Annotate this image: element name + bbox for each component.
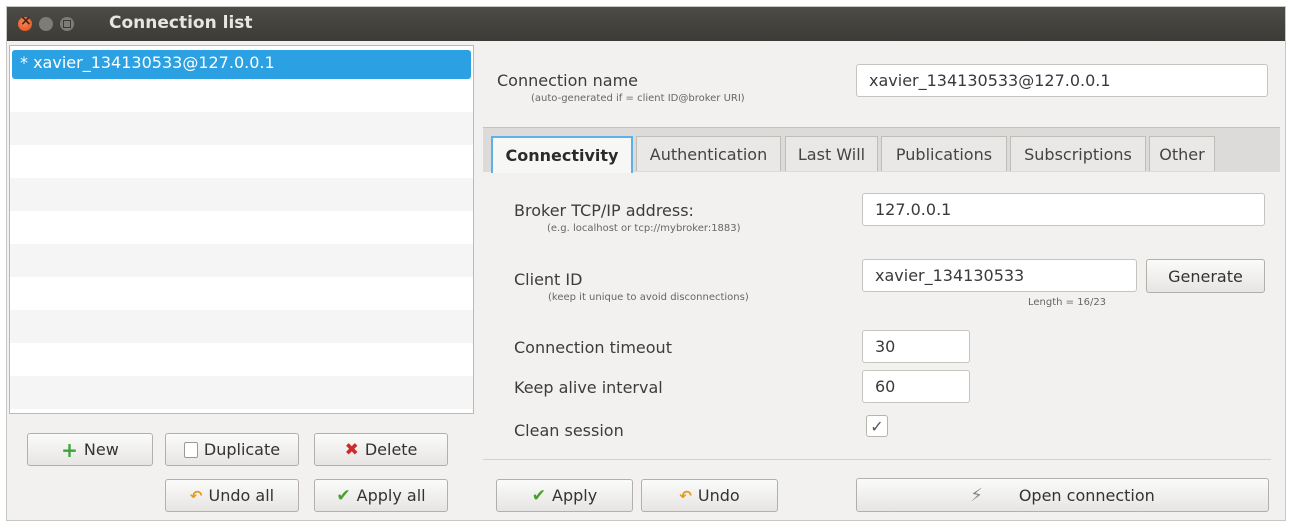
keep-alive-label: Keep alive interval xyxy=(514,378,663,397)
window-title: Connection list xyxy=(109,13,253,33)
undo-icon: ↶ xyxy=(189,486,203,505)
connection-name-hint: (auto-generated if = client ID@broker UR… xyxy=(531,93,745,104)
empty-list-row xyxy=(10,244,473,277)
tab-last-will[interactable]: Last Will xyxy=(785,136,878,171)
connection-window: Connection list * xavier_134130533@127.0… xyxy=(6,6,1286,521)
tab-publications[interactable]: Publications xyxy=(881,136,1007,171)
broker-address-input[interactable] xyxy=(862,193,1265,226)
undo-all-button-label: Undo all xyxy=(208,486,275,505)
connection-timeout-label: Connection timeout xyxy=(514,338,672,357)
empty-list-row xyxy=(10,211,473,244)
undo-all-button[interactable]: ↶ Undo all xyxy=(165,479,299,512)
close-window-button[interactable] xyxy=(18,13,32,31)
connection-timeout-input[interactable] xyxy=(862,330,970,363)
undo-button[interactable]: ↶ Undo xyxy=(641,479,778,512)
apply-button-label: Apply xyxy=(552,486,598,505)
checkmark-icon: ✓ xyxy=(870,416,884,436)
empty-list-row xyxy=(10,112,473,145)
generate-button-label: Generate xyxy=(1168,266,1243,286)
connection-list: * xavier_134130533@127.0.0.1 xyxy=(9,45,474,414)
separator xyxy=(483,459,1271,460)
empty-list-row xyxy=(10,178,473,211)
empty-list-row xyxy=(10,277,473,310)
undo-icon: ↶ xyxy=(679,486,692,505)
connection-list-item-label: * xavier_134130533@127.0.0.1 xyxy=(20,53,275,72)
apply-button[interactable]: ✔ Apply xyxy=(496,479,633,512)
apply-all-button[interactable]: ✔ Apply all xyxy=(314,479,448,512)
delete-connection-button[interactable]: ✖ Delete xyxy=(314,433,448,466)
clean-session-label: Clean session xyxy=(514,421,624,440)
empty-list-row xyxy=(10,310,473,343)
delete-icon: ✖ xyxy=(344,439,359,460)
client-id-input[interactable] xyxy=(862,259,1137,292)
open-connection-button-label: Open connection xyxy=(1018,485,1155,505)
connection-name-label: Connection name xyxy=(497,71,638,90)
tab-other[interactable]: Other xyxy=(1149,136,1215,171)
new-connection-button[interactable]: + New xyxy=(27,433,153,466)
plus-icon: + xyxy=(61,437,78,462)
tab-connectivity[interactable]: Connectivity xyxy=(491,136,633,173)
client-id-label: Client ID xyxy=(514,270,583,289)
duplicate-connection-button[interactable]: Duplicate xyxy=(165,433,299,466)
clean-session-checkbox[interactable]: ✓ xyxy=(866,415,888,437)
minimize-window-button[interactable] xyxy=(39,17,53,31)
keep-alive-input[interactable] xyxy=(862,370,970,403)
connection-name-input[interactable] xyxy=(856,64,1268,97)
empty-list-row xyxy=(10,376,473,409)
generate-client-id-button[interactable]: Generate xyxy=(1146,259,1265,293)
tab-subscriptions[interactable]: Subscriptions xyxy=(1010,136,1146,171)
undo-button-label: Undo xyxy=(697,486,740,505)
tab-strip: Connectivity Authentication Last Will Pu… xyxy=(483,127,1280,173)
delete-button-label: Delete xyxy=(364,440,418,459)
maximize-window-button[interactable] xyxy=(60,17,74,31)
broker-address-hint: (e.g. localhost or tcp://mybroker:1883) xyxy=(547,223,741,234)
connection-list-item[interactable]: * xavier_134130533@127.0.0.1 xyxy=(12,50,471,79)
empty-list-row xyxy=(10,79,473,112)
client-id-hint: (keep it unique to avoid disconnections) xyxy=(548,292,749,303)
duplicate-icon xyxy=(179,441,198,462)
duplicate-button-label: Duplicate xyxy=(203,440,281,459)
title-bar: Connection list xyxy=(7,7,1285,41)
plug-icon: ⚡ xyxy=(970,484,983,506)
empty-list-row xyxy=(10,145,473,178)
check-icon: ✔ xyxy=(531,485,547,506)
broker-address-label: Broker TCP/IP address: xyxy=(514,201,694,220)
new-button-label: New xyxy=(83,440,119,459)
check-icon: ✔ xyxy=(336,485,351,506)
apply-all-button-label: Apply all xyxy=(356,486,426,505)
client-id-length: Length = 16/23 xyxy=(1028,297,1107,308)
empty-list-row xyxy=(10,343,473,376)
tab-authentication[interactable]: Authentication xyxy=(636,136,781,171)
open-connection-button[interactable]: ⚡ Open connection xyxy=(856,478,1269,512)
